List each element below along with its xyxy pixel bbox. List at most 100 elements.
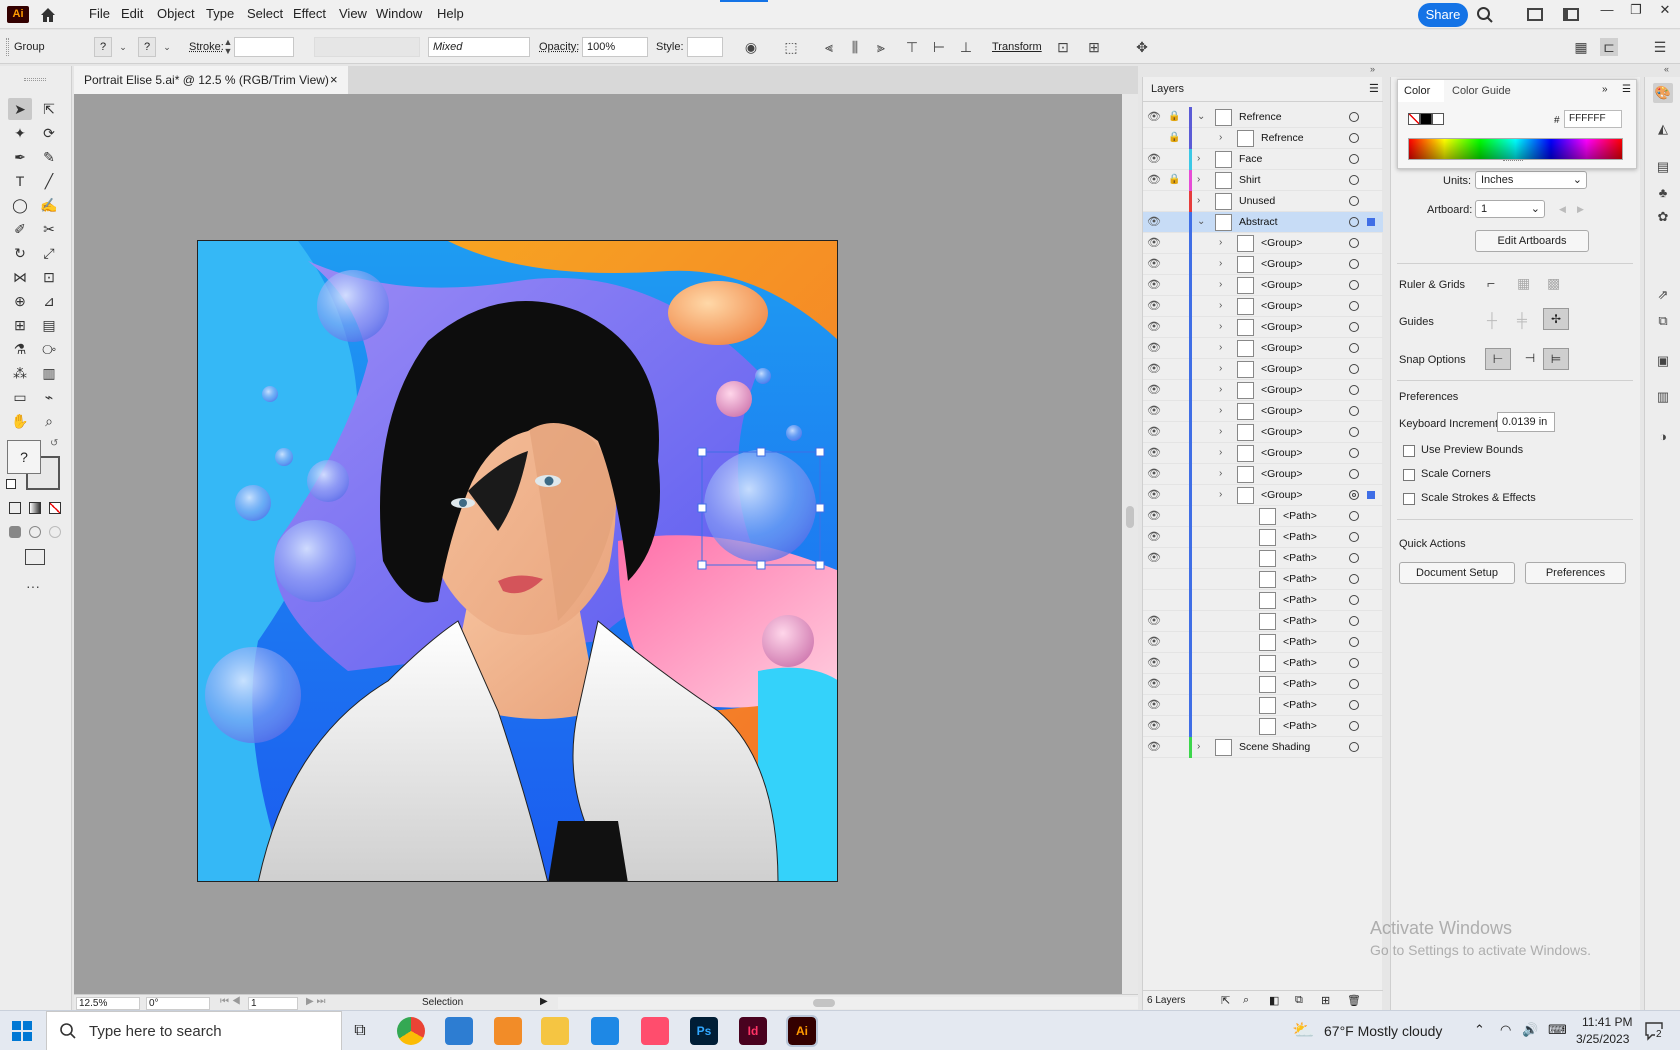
layer-name[interactable]: <Group> [1261, 359, 1302, 380]
isolate-group-icon[interactable]: ⊡ [1054, 38, 1072, 56]
layer-name[interactable]: <Path> [1283, 674, 1317, 695]
visibility-eye-icon[interactable] [1147, 132, 1161, 144]
lock-icon[interactable] [1168, 530, 1180, 544]
lock-icon[interactable] [1168, 215, 1180, 229]
layers-menu-icon[interactable]: ☰ [1369, 82, 1379, 95]
layer-name[interactable]: <Group> [1261, 233, 1302, 254]
eyedropper-tool-icon[interactable]: ⚗ [8, 338, 32, 360]
layer-name[interactable]: Abstract [1239, 212, 1278, 233]
lock-icon[interactable]: 🔒 [1168, 173, 1180, 187]
black-swatch[interactable] [1420, 113, 1432, 125]
pathfinder-panel-icon[interactable]: ⧉ [1653, 311, 1673, 331]
layer-row[interactable]: 👁 <Path> [1143, 674, 1383, 695]
layer-name[interactable]: <Group> [1261, 380, 1302, 401]
fl-studio-taskbar-icon[interactable] [494, 1017, 522, 1045]
layer-name[interactable]: <Path> [1283, 653, 1317, 674]
layer-name[interactable]: <Group> [1261, 296, 1302, 317]
horizontal-scrollbar[interactable] [558, 997, 1138, 1009]
menu-select[interactable]: Select [247, 0, 283, 29]
screen-mode-icon[interactable] [25, 549, 45, 565]
stroke-weight-input[interactable] [234, 37, 294, 57]
visibility-eye-icon[interactable]: 👁 [1147, 531, 1161, 543]
photos-app-taskbar-icon[interactable] [591, 1017, 619, 1045]
lock-icon[interactable] [1168, 509, 1180, 523]
edit-artboards-button[interactable]: Edit Artboards [1475, 230, 1589, 252]
target-circle-icon[interactable] [1349, 679, 1359, 689]
visibility-eye-icon[interactable]: 👁 [1147, 111, 1161, 123]
close-tab-icon[interactable]: × [330, 66, 338, 94]
create-layer-icon[interactable]: ⊞ [1321, 994, 1330, 1007]
minimize-button[interactable]: — [1593, 0, 1621, 22]
lock-icon[interactable] [1168, 236, 1180, 250]
expand-chevron-icon[interactable]: › [1219, 131, 1229, 145]
keyboard-increment-input[interactable]: 0.0139 in [1497, 412, 1555, 432]
target-circle-icon[interactable] [1349, 175, 1359, 185]
visibility-eye-icon[interactable]: 👁 [1147, 321, 1161, 333]
blend-tool-icon[interactable]: ⧂ [37, 338, 61, 360]
expand-chevron-icon[interactable]: › [1219, 320, 1229, 334]
layer-name[interactable]: <Path> [1283, 632, 1317, 653]
graphic-style-picker[interactable] [687, 37, 723, 57]
clock-date[interactable]: 3/25/2023 [1576, 1032, 1629, 1046]
menu-object[interactable]: Object [157, 0, 195, 29]
export-panel-icon[interactable]: ⇗ [1653, 285, 1673, 305]
target-circle-icon[interactable] [1349, 532, 1359, 542]
layer-name[interactable]: Shirt [1239, 170, 1261, 191]
artboard-nav-prev[interactable]: ⏮ ◀ [220, 996, 241, 1007]
default-fill-stroke-icon[interactable] [6, 479, 16, 489]
color-panel-menu-icon[interactable]: ☰ [1622, 84, 1631, 95]
layer-name[interactable]: <Path> [1283, 527, 1317, 548]
visibility-eye-icon[interactable]: 👁 [1147, 174, 1161, 186]
artboards-panel-icon[interactable]: ▤ [1653, 157, 1673, 177]
align-right-icon[interactable]: ⫸ [872, 38, 890, 56]
lock-icon[interactable]: 🔒 [1168, 131, 1180, 145]
color-panel-resize-grip[interactable] [1503, 160, 1523, 163]
layer-row[interactable]: 👁 <Path> [1143, 695, 1383, 716]
selected-art-indicator[interactable] [1367, 491, 1375, 499]
lock-icon[interactable] [1168, 383, 1180, 397]
layer-row[interactable]: <Path> [1143, 590, 1383, 611]
target-circle-icon[interactable] [1349, 196, 1359, 206]
target-circle-icon[interactable] [1349, 322, 1359, 332]
layer-name[interactable]: Face [1239, 149, 1262, 170]
brushes-panel-icon[interactable]: ✿ [1653, 207, 1673, 227]
visibility-eye-icon[interactable]: 👁 [1147, 699, 1161, 711]
symbol-sprayer-tool-icon[interactable]: ⁂ [8, 362, 32, 384]
start-button[interactable] [12, 1021, 32, 1041]
target-circle-icon[interactable] [1349, 427, 1359, 437]
layer-name[interactable]: <Group> [1261, 317, 1302, 338]
fill-swatch[interactable]: ? [94, 37, 112, 57]
layer-row[interactable]: 👁 › <Group> [1143, 233, 1383, 254]
layer-row[interactable]: 👁 › <Group> [1143, 359, 1383, 380]
layer-row[interactable]: 👁 › <Group> [1143, 317, 1383, 338]
vertical-scrollbar[interactable] [1122, 94, 1138, 994]
visibility-eye-icon[interactable] [1147, 594, 1161, 606]
photos-taskbar-icon[interactable] [445, 1017, 473, 1045]
menu-help[interactable]: Help [437, 0, 464, 29]
artboard[interactable] [197, 240, 838, 882]
fill-dropdown-icon[interactable]: ⌄ [114, 38, 132, 56]
expand-chevron-icon[interactable]: › [1219, 299, 1229, 313]
recolor-artwork-icon[interactable]: ◉ [742, 38, 760, 56]
variable-width-profile[interactable] [314, 37, 420, 57]
layer-row[interactable]: 👁 ⌄ Abstract [1143, 212, 1383, 233]
creative-cloud-taskbar-icon[interactable] [641, 1017, 669, 1045]
layer-row[interactable]: 🔒 › Refrence [1143, 128, 1383, 149]
lock-icon[interactable] [1168, 593, 1180, 607]
layer-row[interactable]: 👁 › Face [1143, 149, 1383, 170]
appearance-panel-icon[interactable]: ◑ [1653, 427, 1673, 447]
draw-behind-icon[interactable] [29, 526, 41, 538]
color-panel-collapse-icon[interactable]: » [1602, 84, 1608, 95]
white-swatch[interactable] [1432, 113, 1444, 125]
align-top-icon[interactable]: ⊤ [903, 38, 921, 56]
collect-export-icon[interactable]: ⇱ [1221, 994, 1230, 1007]
smart-guides-icon[interactable]: ✢ [1543, 308, 1569, 330]
lock-icon[interactable] [1168, 257, 1180, 271]
artboard-next-icon[interactable]: ▶ [1577, 204, 1584, 215]
volume-icon[interactable]: 🔊 [1522, 1022, 1538, 1038]
visibility-eye-icon[interactable]: 👁 [1147, 426, 1161, 438]
show-hidden-icons[interactable]: ⌃ [1474, 1022, 1485, 1038]
expand-chevron-icon[interactable]: › [1219, 257, 1229, 271]
lock-icon[interactable] [1168, 635, 1180, 649]
layer-row[interactable]: 👁 › <Group> [1143, 275, 1383, 296]
